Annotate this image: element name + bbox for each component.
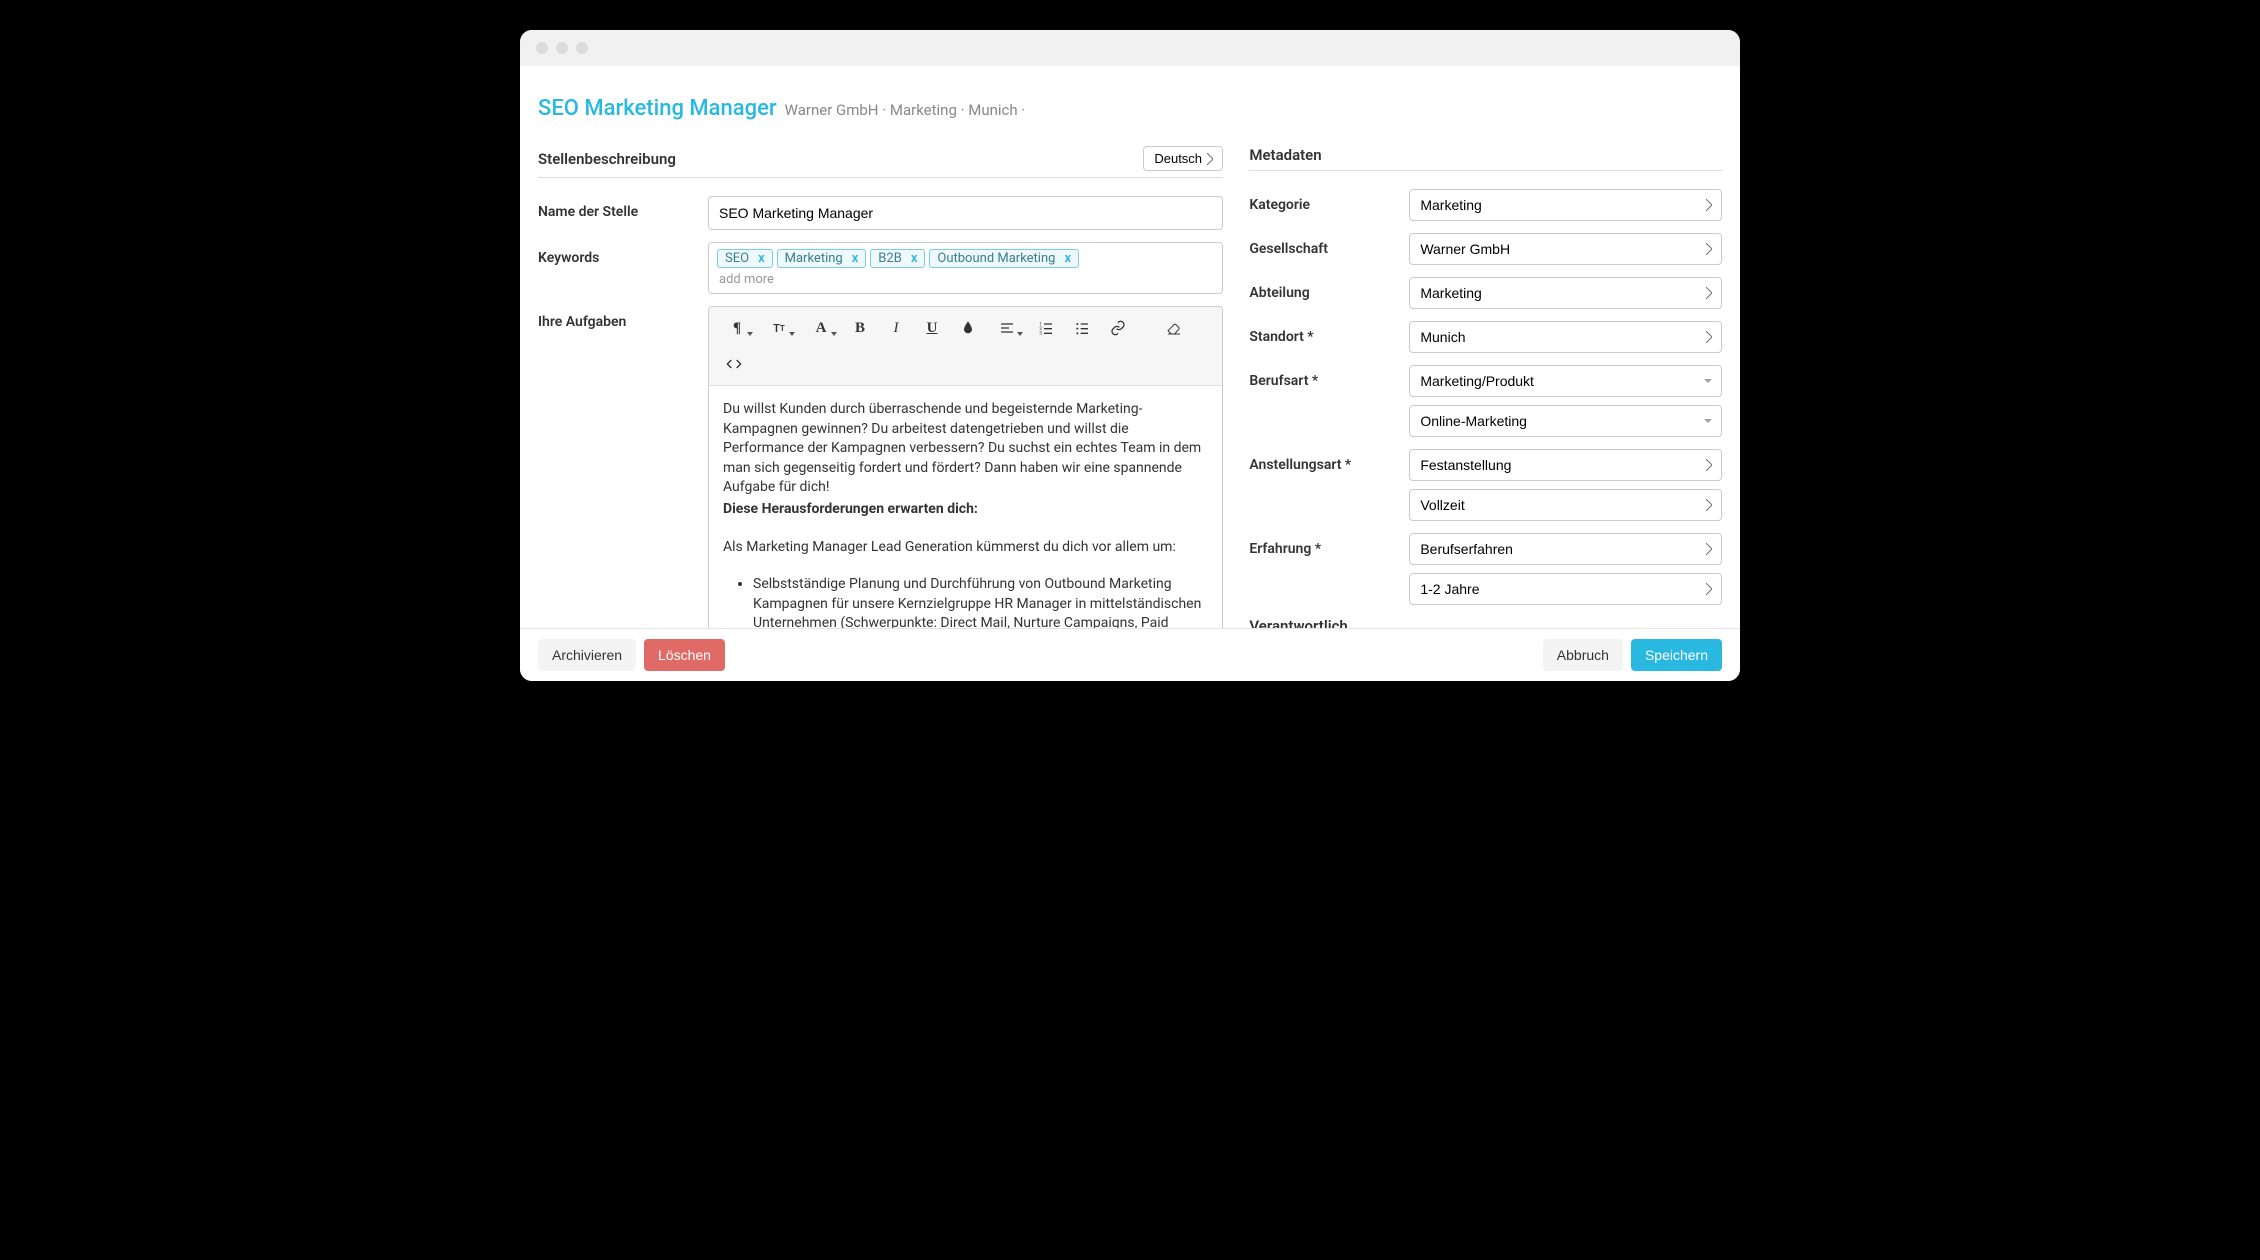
- keyword-tag: SEO x: [717, 249, 773, 268]
- tint-button[interactable]: [951, 313, 985, 343]
- kategorie-select[interactable]: Marketing: [1409, 189, 1722, 221]
- delete-button[interactable]: Löschen: [644, 639, 725, 671]
- keyword-tag: B2B x: [870, 249, 925, 268]
- keywords-add-more[interactable]: add more: [717, 268, 1214, 289]
- berufsart-select-1[interactable]: Marketing/Produkt: [1409, 365, 1722, 397]
- save-button[interactable]: Speichern: [1631, 639, 1722, 671]
- editor-toolbar: ¶ TT A B I U: [709, 307, 1222, 386]
- keyword-tag-remove[interactable]: x: [849, 251, 862, 266]
- left-section-header: Stellenbeschreibung Deutsch: [538, 146, 1223, 178]
- page-title[interactable]: SEO Marketing Manager: [538, 96, 777, 121]
- erfahrung-select-1[interactable]: Berufserfahren: [1409, 533, 1722, 565]
- keyword-tag-label: B2B: [878, 251, 902, 266]
- right-section-title: Metadaten: [1249, 146, 1321, 164]
- font-size-button[interactable]: TT: [759, 313, 799, 343]
- language-select-wrap: Deutsch: [1143, 146, 1223, 171]
- keyword-tag: Outbound Marketing x: [929, 249, 1079, 268]
- align-button[interactable]: [987, 313, 1027, 343]
- unordered-list-button[interactable]: [1065, 313, 1099, 343]
- erfahrung-select-2[interactable]: 1-2 Jahre: [1409, 573, 1722, 605]
- gesellschaft-label: Gesellschaft: [1249, 233, 1399, 257]
- erfahrung-label: Erfahrung *: [1249, 533, 1399, 557]
- paragraph-format-button[interactable]: ¶: [717, 313, 757, 343]
- keyword-tag-remove[interactable]: x: [1061, 251, 1074, 266]
- breadcrumb: Warner GmbH · Marketing · Munich ·: [785, 101, 1026, 119]
- anstellungsart-select-2[interactable]: Vollzeit: [1409, 489, 1722, 521]
- footer-bar: Archivieren Löschen Abbruch Speichern: [520, 628, 1740, 681]
- keyword-tag-remove[interactable]: x: [755, 251, 768, 266]
- window-titlebar: [520, 30, 1740, 66]
- right-section-header: Metadaten: [1249, 146, 1722, 171]
- abteilung-select[interactable]: Marketing: [1409, 277, 1722, 309]
- content-area: SEO Marketing Manager Warner GmbH · Mark…: [520, 66, 1740, 681]
- clear-format-button[interactable]: [1157, 313, 1191, 343]
- name-label: Name der Stelle: [538, 196, 698, 220]
- keywords-label: Keywords: [538, 242, 698, 266]
- archive-button[interactable]: Archivieren: [538, 639, 636, 671]
- heading-row: SEO Marketing Manager Warner GmbH · Mark…: [538, 96, 1722, 146]
- ordered-list-button[interactable]: 123: [1029, 313, 1063, 343]
- keyword-tag: Marketing x: [777, 249, 867, 268]
- window-control-min[interactable]: [556, 42, 568, 54]
- code-view-button[interactable]: [717, 349, 751, 379]
- keyword-tag-label: Marketing: [785, 251, 843, 266]
- underline-button[interactable]: U: [915, 313, 949, 343]
- anstellungsart-label: Anstellungsart *: [1249, 449, 1399, 473]
- standort-select[interactable]: Munich: [1409, 321, 1722, 353]
- font-color-button[interactable]: A: [801, 313, 841, 343]
- gesellschaft-select[interactable]: Warner GmbH: [1409, 233, 1722, 265]
- italic-button[interactable]: I: [879, 313, 913, 343]
- link-button[interactable]: [1101, 313, 1135, 343]
- window-control-close[interactable]: [536, 42, 548, 54]
- app-window: SEO Marketing Manager Warner GmbH · Mark…: [520, 30, 1740, 681]
- language-select[interactable]: Deutsch: [1143, 146, 1223, 171]
- editor-bold-line: Diese Herausforderungen erwarten dich:: [723, 501, 978, 517]
- keyword-tag-remove[interactable]: x: [908, 251, 921, 266]
- standort-label: Standort *: [1249, 321, 1399, 345]
- abteilung-label: Abteilung: [1249, 277, 1399, 301]
- left-section-title: Stellenbeschreibung: [538, 150, 676, 168]
- bold-button[interactable]: B: [843, 313, 877, 343]
- name-input[interactable]: [708, 196, 1223, 230]
- keyword-tag-label: SEO: [725, 251, 749, 266]
- berufsart-select-2[interactable]: Online-Marketing: [1409, 405, 1722, 437]
- anstellungsart-select-1[interactable]: Festanstellung: [1409, 449, 1722, 481]
- tasks-label: Ihre Aufgaben: [538, 306, 698, 330]
- svg-text:3: 3: [1039, 331, 1042, 336]
- rich-text-editor: ¶ TT A B I U: [708, 306, 1223, 681]
- berufsart-label: Berufsart *: [1249, 365, 1399, 389]
- editor-intro: Du willst Kunden durch überraschende und…: [723, 401, 1201, 495]
- cancel-button[interactable]: Abbruch: [1543, 639, 1623, 671]
- kategorie-label: Kategorie: [1249, 189, 1399, 213]
- keywords-input[interactable]: SEO x Marketing x B2B x Outbound Marketing x ad…: [708, 242, 1223, 294]
- editor-lead-line: Als Marketing Manager Lead Generation kü…: [723, 538, 1208, 558]
- keyword-tag-label: Outbound Marketing: [937, 251, 1055, 266]
- window-control-max[interactable]: [576, 42, 588, 54]
